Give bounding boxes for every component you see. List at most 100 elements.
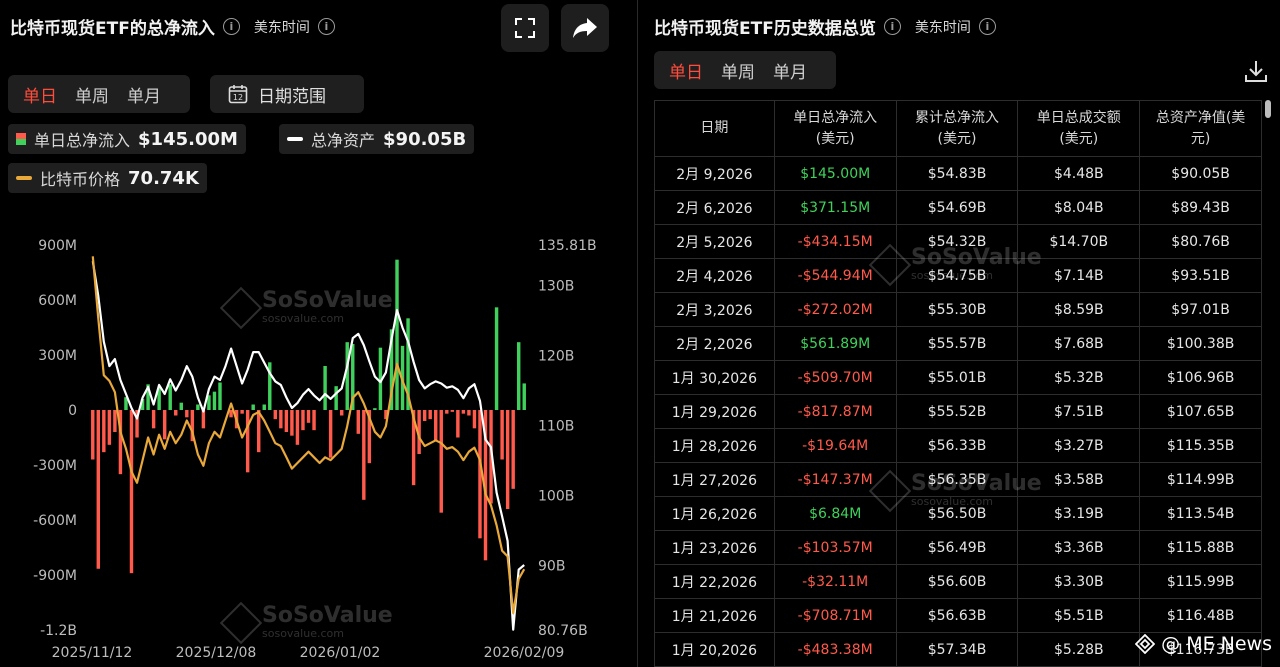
tab-monthly[interactable]: 单月 xyxy=(764,58,816,83)
table-row[interactable]: 2月 9,2026 $145.00M $54.83B $4.48B $90.05B xyxy=(654,156,1262,191)
tab-weekly[interactable]: 单周 xyxy=(712,58,764,83)
table-cell: 1月 23,2026 xyxy=(654,530,775,565)
table-cell: $113.54B xyxy=(1139,496,1262,531)
flow-bar xyxy=(439,410,443,513)
table-cell: $54.75B xyxy=(895,258,1019,293)
table-cell: $6.84M xyxy=(773,496,897,531)
flow-bar xyxy=(251,404,255,410)
tab-daily[interactable]: 单日 xyxy=(660,58,712,83)
legend-daily-value: $145.00M xyxy=(138,128,238,150)
table-cell: $80.76B xyxy=(1139,224,1262,259)
table-row[interactable]: 1月 22,2026 -$32.11M $56.60B $3.30B $115.99B xyxy=(654,564,1262,599)
table-row[interactable]: 1月 29,2026 -$817.87M $55.52B $7.51B $107.65B xyxy=(654,394,1262,429)
flow-chart-panel: 比特币现货ETF的总净流入 i 美东时间 i 单日 单周 单月 12 日期范围 … xyxy=(0,0,636,667)
share-button[interactable] xyxy=(561,4,609,52)
table-cell: 1月 27,2026 xyxy=(654,462,775,497)
panel-divider xyxy=(637,0,638,667)
flow-bar xyxy=(362,410,366,500)
table-cell: $3.36B xyxy=(1017,530,1141,565)
table-cell: $8.59B xyxy=(1017,292,1141,327)
table-cell: $371.15M xyxy=(773,190,897,225)
flow-bar xyxy=(428,410,432,420)
flow-bar xyxy=(434,410,438,442)
flow-chart[interactable]: 900M 600M 300M 0 -300M -600M -900M -1.2B 135.81B… xyxy=(0,225,636,667)
flow-bar xyxy=(107,410,112,445)
table-row[interactable]: 1月 30,2026 -$509.70M $55.01B $5.32B $106.96B xyxy=(654,360,1262,395)
table-row[interactable]: 2月 2,2026 $561.89M $55.57B $7.68B $100.38B xyxy=(654,326,1262,361)
legend-daily-flow[interactable]: 单日总净流入 $145.00M xyxy=(8,124,246,154)
table-cell: $55.30B xyxy=(895,292,1019,327)
table-cell: $114.99B xyxy=(1139,462,1262,497)
flow-bar xyxy=(422,410,427,421)
table-row[interactable]: 2月 4,2026 -$544.94M $54.75B $7.14B $93.51B xyxy=(654,258,1262,293)
timezone-info-icon[interactable]: i xyxy=(978,18,996,35)
column-header: 单日总净流入 (美元) xyxy=(773,100,897,157)
table-cell: $93.51B xyxy=(1139,258,1262,293)
flow-bar xyxy=(301,410,305,431)
table-cell: $8.04B xyxy=(1017,190,1141,225)
info-icon[interactable]: i xyxy=(883,18,901,35)
chart-title: 比特币现货ETF的总净流入 xyxy=(10,19,215,39)
tab-weekly[interactable]: 单周 xyxy=(66,82,118,107)
svg-text:12: 12 xyxy=(233,93,243,102)
period-tabs: 单日 单周 单月 xyxy=(8,75,190,113)
flow-bar xyxy=(168,384,172,410)
tab-monthly[interactable]: 单月 xyxy=(118,82,170,107)
legend-btc-price[interactable]: 比特币价格 70.74K xyxy=(8,163,207,193)
table-cell: -$434.15M xyxy=(773,224,897,259)
table-cell: $7.51B xyxy=(1017,394,1141,429)
table-row[interactable]: 2月 3,2026 -$272.02M $55.30B $8.59B $97.01B xyxy=(654,292,1262,327)
table-scrollbar[interactable] xyxy=(1265,100,1271,118)
flow-bar xyxy=(229,410,233,418)
timezone-label: 美东时间 xyxy=(914,19,971,36)
flow-bar xyxy=(201,410,206,429)
table-cell: 1月 29,2026 xyxy=(654,394,775,429)
table-cell: $97.01B xyxy=(1139,292,1262,327)
table-cell: $7.68B xyxy=(1017,326,1141,361)
table-cell: $56.35B xyxy=(895,462,1019,497)
table-row[interactable]: 1月 23,2026 -$103.57M $56.49B $3.36B $115.88B xyxy=(654,530,1262,565)
flow-bar xyxy=(373,408,377,410)
calendar-icon: 12 xyxy=(228,85,248,104)
table-row[interactable]: 1月 26,2026 $6.84M $56.50B $3.19B $113.54B xyxy=(654,496,1262,531)
table-cell: $115.35B xyxy=(1139,428,1262,463)
fullscreen-button[interactable] xyxy=(501,4,549,52)
table-row[interactable]: 1月 27,2026 -$147.37M $56.35B $3.58B $114.99B xyxy=(654,462,1262,497)
table-header-row: 日期 单日总净流入 (美元) 累计总净流入 (美元) 单日总成交额 (美元) 总资产净值… xyxy=(654,100,1262,157)
flow-bar xyxy=(356,410,360,434)
table-title-row: 比特币现货ETF历史数据总览 i 美东时间 i xyxy=(654,14,996,39)
legend-price-label: 比特币价格 xyxy=(40,170,121,189)
timezone-info-icon[interactable]: i xyxy=(317,18,335,35)
legend-net-assets[interactable]: 总净资产 $90.05B xyxy=(279,124,475,154)
flow-bar xyxy=(113,410,117,432)
table-row[interactable]: 1月 21,2026 -$708.71M $56.63B $5.51B $116.48B xyxy=(654,598,1262,633)
download-icon[interactable] xyxy=(1243,58,1269,84)
column-header: 单日总成交额 (美元) xyxy=(1017,100,1141,157)
chart-title-row: 比特币现货ETF的总净流入 i 美东时间 i xyxy=(10,14,335,39)
table-cell: $4.48B xyxy=(1017,156,1141,191)
table-cell: $14.70B xyxy=(1017,224,1141,259)
flow-bar xyxy=(328,410,333,458)
table-cell: $115.88B xyxy=(1139,530,1262,565)
table-cell: $89.43B xyxy=(1139,190,1262,225)
table-cell: 1月 21,2026 xyxy=(654,598,775,633)
flow-bar xyxy=(129,410,134,574)
date-range-button[interactable]: 12 日期范围 xyxy=(210,75,364,113)
flow-bar xyxy=(290,410,294,436)
y-left-tick-label: -900M xyxy=(33,568,77,584)
table-cell: $100.38B xyxy=(1139,326,1262,361)
y-left-tick-label: -300M xyxy=(33,458,77,474)
table-cell: -$483.38M xyxy=(773,632,897,667)
table-cell: 1月 20,2026 xyxy=(654,632,775,667)
table-row[interactable]: 1月 28,2026 -$19.64M $56.33B $3.27B $115.35B xyxy=(654,428,1262,463)
legend-daily-label: 单日总净流入 xyxy=(34,131,131,150)
table-row[interactable]: 2月 6,2026 $371.15M $54.69B $8.04B $89.43B xyxy=(654,190,1262,225)
table-row[interactable]: 2月 5,2026 -$434.15M $54.32B $14.70B $80.76B xyxy=(654,224,1262,259)
info-icon[interactable]: i xyxy=(222,18,240,35)
flow-bar xyxy=(174,410,178,416)
y-left-tick-label: -1.2B xyxy=(40,623,77,639)
net-assets-line xyxy=(91,261,525,631)
y-right-tick-label: 135.81B xyxy=(538,238,597,254)
tab-daily[interactable]: 单日 xyxy=(14,82,66,107)
table-cell: -$817.87M xyxy=(773,394,897,429)
